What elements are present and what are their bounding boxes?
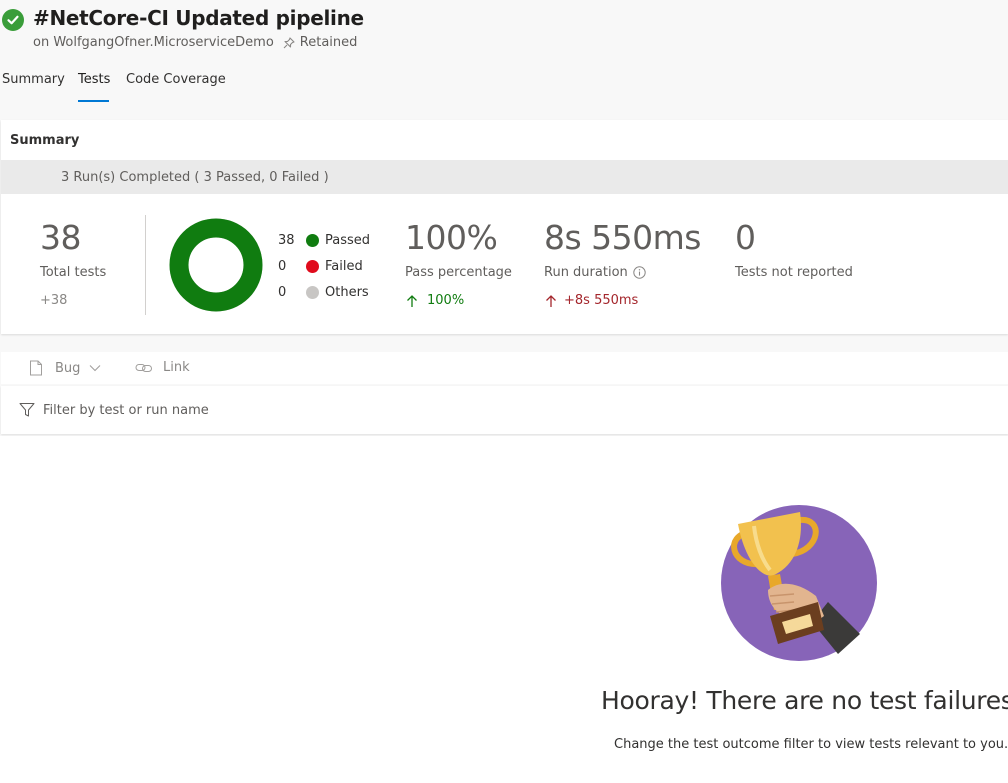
passed-label: Passed xyxy=(325,233,371,248)
bug-document-icon xyxy=(30,360,42,376)
others-dot-icon xyxy=(306,286,319,299)
pin-icon xyxy=(283,36,295,49)
active-tab-indicator xyxy=(78,100,109,102)
not-reported-label: Tests not reported xyxy=(735,265,853,280)
retained-label: Retained xyxy=(299,35,358,50)
empty-state-hint: Change the test outcome filter to view t… xyxy=(614,737,1008,752)
tab-code-coverage[interactable]: Code Coverage xyxy=(126,72,226,87)
total-tests-value: 38 xyxy=(40,218,82,257)
summary-card: Summary 3 Run(s) Completed ( 3 Passed, 0… xyxy=(1,120,1008,334)
outcome-donut-chart xyxy=(169,218,263,312)
filter-input[interactable] xyxy=(43,400,443,420)
bug-button[interactable]: Bug xyxy=(29,360,101,376)
success-check-icon xyxy=(2,9,24,31)
run-status-text: 3 Run(s) Completed ( 3 Passed, 0 Failed … xyxy=(61,170,329,185)
not-reported-value: 0 xyxy=(735,218,756,257)
run-duration-delta-text: +8s 550ms xyxy=(564,293,639,308)
run-duration-label: Run duration xyxy=(544,265,628,280)
run-duration-label-row: Run duration xyxy=(544,265,646,280)
others-label: Others xyxy=(325,285,369,300)
filter-icon xyxy=(19,403,35,417)
pass-percentage-delta-text: 100% xyxy=(427,293,465,308)
legend-passed: 38 Passed xyxy=(278,233,370,248)
others-count: 0 xyxy=(278,285,287,300)
arrow-up-icon xyxy=(407,294,417,307)
failed-label: Failed xyxy=(325,259,363,274)
filter-bar xyxy=(1,386,1008,434)
passed-dot-icon xyxy=(306,234,319,247)
link-label: Link xyxy=(163,360,190,375)
total-tests-label: Total tests xyxy=(40,265,107,280)
tab-tests[interactable]: Tests xyxy=(78,72,110,87)
legend-others: 0 Others xyxy=(278,285,369,300)
tab-summary[interactable]: Summary xyxy=(2,72,65,87)
empty-state: Hooray! There are no test failures. Chan… xyxy=(0,436,1008,783)
link-button[interactable]: Link xyxy=(135,360,190,375)
pass-percentage-label: Pass percentage xyxy=(405,265,512,280)
arrow-up-icon xyxy=(546,294,556,307)
total-tests-delta: +38 xyxy=(40,293,68,308)
pipeline-subtitle: on WolfgangOfner.MicroserviceDemo Retain… xyxy=(33,35,357,50)
failed-count: 0 xyxy=(278,259,287,274)
pass-percentage-delta: 100% xyxy=(405,293,464,308)
repo-link[interactable]: on WolfgangOfner.MicroserviceDemo xyxy=(33,35,274,50)
empty-state-title: Hooray! There are no test failures. xyxy=(601,686,1008,715)
bug-label: Bug xyxy=(55,360,81,376)
failed-dot-icon xyxy=(306,260,319,273)
run-duration-delta: +8s 550ms xyxy=(544,293,638,308)
page-header: #NetCore-CI Updated pipeline on Wolfgang… xyxy=(0,0,1008,120)
donut-segment-passed xyxy=(169,218,263,312)
pass-percentage-value: 100% xyxy=(405,218,498,257)
legend-failed: 0 Failed xyxy=(278,259,363,274)
passed-count: 38 xyxy=(278,233,295,248)
run-duration-value: 8s 550ms xyxy=(544,218,702,257)
trophy-illustration-icon xyxy=(721,505,877,661)
info-icon[interactable] xyxy=(633,266,646,279)
summary-divider xyxy=(145,215,146,315)
link-icon xyxy=(135,363,152,372)
chevron-down-icon xyxy=(90,365,101,372)
summary-title: Summary xyxy=(10,133,80,148)
tests-toolbar: Bug Link xyxy=(1,352,1008,384)
run-status-bar[interactable]: 3 Run(s) Completed ( 3 Passed, 0 Failed … xyxy=(1,160,1008,194)
page-title: #NetCore-CI Updated pipeline xyxy=(33,6,364,30)
donut-segments xyxy=(169,218,263,312)
